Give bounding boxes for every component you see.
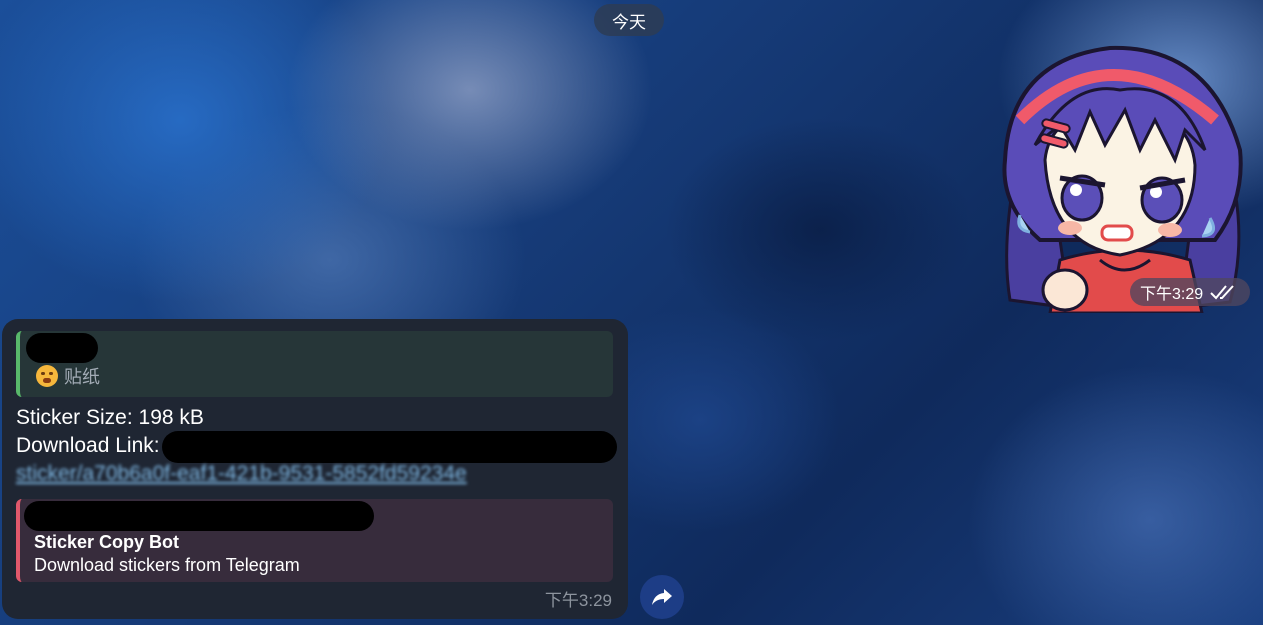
steam-face-emoji-icon xyxy=(36,365,58,387)
share-button[interactable] xyxy=(640,575,684,619)
share-arrow-icon xyxy=(652,589,672,605)
download-link-label: Download Link: xyxy=(16,434,160,457)
date-separator: 今天 xyxy=(594,4,664,36)
anime-girl-sticker-drawing xyxy=(1002,45,1243,315)
message-timestamp: 下午3:29 xyxy=(544,591,612,610)
link-preview[interactable]: Sticker Copy Bot Download stickers from … xyxy=(16,499,613,582)
sticker-timestamp: 下午3:29 xyxy=(1130,278,1250,306)
link-preview-description: Download stickers from Telegram xyxy=(34,555,300,575)
date-label: 今天 xyxy=(612,12,646,32)
sticker-time-label: 下午3:29 xyxy=(1140,286,1204,303)
message-bubble[interactable]: 贴纸 Sticker Size: 198 kB Download Link: s… xyxy=(2,319,628,619)
redacted-site-name xyxy=(24,501,374,531)
reply-preview: 贴纸 xyxy=(36,363,100,389)
reply-quote[interactable]: 贴纸 xyxy=(16,331,613,397)
sticker-size-text: Sticker Size: 198 kB xyxy=(16,406,204,429)
reply-preview-text: 贴纸 xyxy=(64,367,100,387)
sticker-image[interactable] xyxy=(990,40,1258,315)
download-link[interactable]: sticker/a70b6a0f-eaf1-421b-9531-5852fd59… xyxy=(16,462,467,486)
link-preview-title: Sticker Copy Bot xyxy=(34,532,180,552)
double-check-icon xyxy=(1210,285,1234,300)
redacted-link-prefix xyxy=(162,431,617,463)
redacted-sender-name xyxy=(26,333,98,363)
